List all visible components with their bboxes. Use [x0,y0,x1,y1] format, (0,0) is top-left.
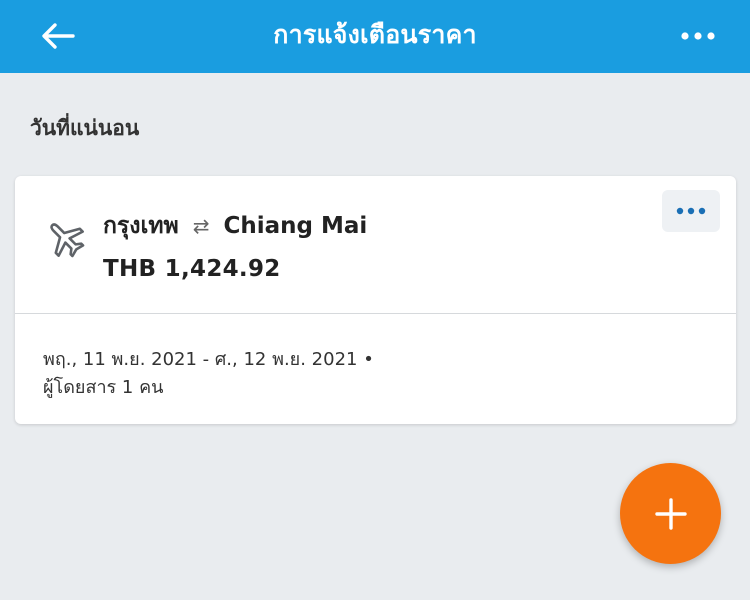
price-text: THB 1,424.92 [103,256,281,282]
travel-dates: พฤ., 11 พ.ย. 2021 - ศ., 12 พ.ย. 2021 • [43,349,374,370]
passenger-count: ผู้โดยสาร 1 คน [43,377,164,398]
price-alert-card[interactable]: กรุงเทพ ⇄ Chiang Mai THB 1,424.92 พฤ., 1… [15,176,736,424]
route-text: กรุงเทพ ⇄ Chiang Mai [103,208,367,244]
card-more-button[interactable] [662,190,720,232]
section-label: วันที่แน่นอน [30,116,140,140]
add-alert-button[interactable] [620,463,721,564]
header-more-button[interactable] [674,14,722,58]
more-horizontal-icon [681,32,715,40]
app-bar: การแจ้งเตือนราคา [0,0,750,73]
swap-arrows-icon: ⇄ [192,214,210,238]
origin-city: กรุงเทพ [103,213,179,239]
card-divider [15,313,736,314]
page-title: การแจ้งเตือนราคา [273,20,477,49]
airplane-icon [50,223,85,258]
plus-icon [654,497,687,530]
destination-city: Chiang Mai [223,213,368,239]
more-horizontal-icon [676,207,706,215]
